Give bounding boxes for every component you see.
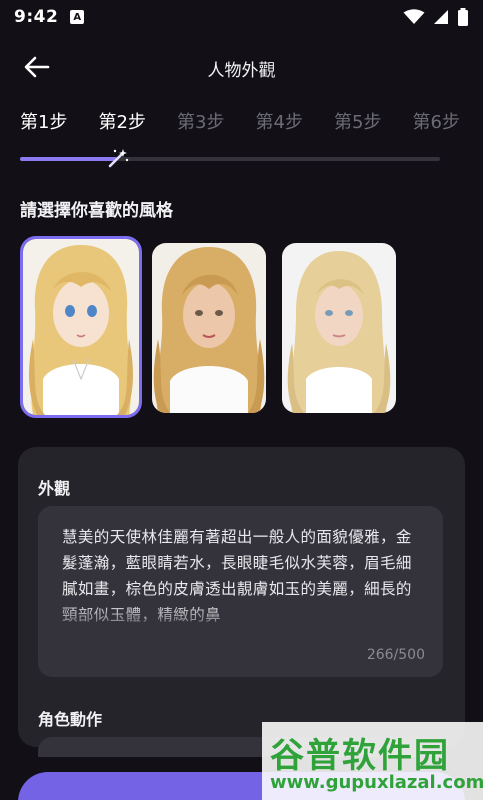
style-section-title: 請選擇你喜歡的風格 <box>20 201 173 221</box>
status-time: 9:42 <box>14 7 59 27</box>
status-icons <box>403 8 469 26</box>
watermark-url: www.gupuxlazal.com <box>270 772 483 793</box>
action-label: 角色動作 <box>38 710 103 729</box>
character-count: 266/500 <box>366 647 425 663</box>
page-title: 人物外觀 <box>207 61 276 81</box>
watermark: 谷普软件园 www.gupuxlazal.com <box>262 722 483 800</box>
step-tab-3[interactable]: 第3步 <box>177 108 224 138</box>
status-bar: 9:42 A <box>0 0 483 34</box>
progress-fill <box>20 157 117 161</box>
magic-wand-icon <box>108 149 129 168</box>
step-tab-5[interactable]: 第5步 <box>334 108 381 138</box>
realistic-portrait-image <box>282 243 396 413</box>
anime-portrait-image <box>23 239 139 415</box>
semi-realistic-portrait-image <box>152 243 266 413</box>
appearance-textarea[interactable]: 慧美的天使林佳麗有著超出一般人的面貌優雅，金髮蓬瀚，藍眼睛若水，長眼睫毛似水芙蓉… <box>38 506 443 677</box>
signal-icon <box>434 10 448 24</box>
style-option-anime[interactable] <box>20 236 142 418</box>
step-tabs: 第1步 第2步 第3步 第4步 第5步 第6步 <box>20 108 460 138</box>
step-tab-4[interactable]: 第4步 <box>256 108 303 138</box>
step-tab-6[interactable]: 第6步 <box>413 108 460 138</box>
step-tab-1[interactable]: 第1步 <box>20 108 67 138</box>
progress-track <box>20 149 440 168</box>
step-tab-2[interactable]: 第2步 <box>99 108 146 138</box>
battery-icon <box>458 8 468 26</box>
style-option-realistic[interactable] <box>282 243 396 413</box>
text-fade-overlay <box>38 602 443 638</box>
wifi-icon <box>403 9 425 24</box>
style-option-semi-realistic[interactable] <box>152 243 266 413</box>
appearance-panel: 外觀 慧美的天使林佳麗有著超出一般人的面貌優雅，金髮蓬瀚，藍眼睛若水，長眼睫毛似… <box>18 447 465 757</box>
notification-app-icon: A <box>70 10 85 24</box>
watermark-title: 谷普软件园 <box>270 736 450 776</box>
header: 人物外觀 <box>0 44 483 88</box>
appearance-label: 外觀 <box>38 479 71 498</box>
